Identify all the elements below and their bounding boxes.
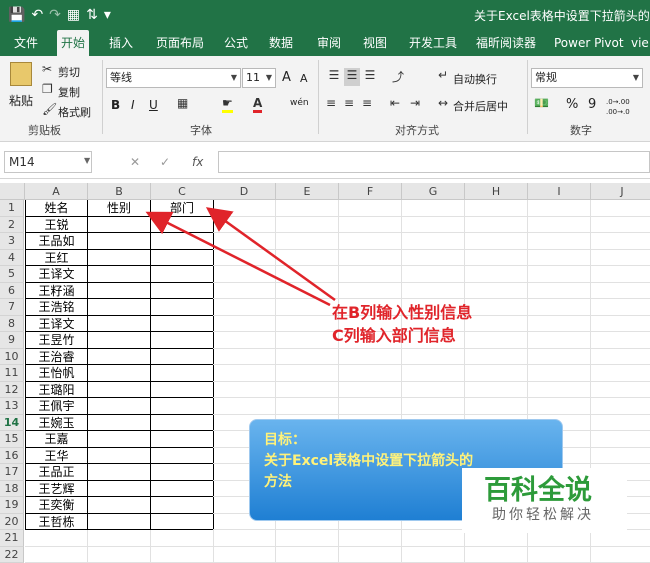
annotation-line-1: 在B列输入性别信息	[332, 299, 472, 323]
watermark-title: 百科全说	[484, 468, 592, 507]
annotation-line-2: C列输入部门信息	[332, 322, 456, 346]
watermark-subtitle: 助你轻松解决	[492, 504, 594, 524]
goal-label: 目标：	[264, 430, 548, 451]
arrow-to-column-b	[150, 214, 330, 305]
watermark: 百科全说 助你轻松解决	[462, 468, 627, 533]
